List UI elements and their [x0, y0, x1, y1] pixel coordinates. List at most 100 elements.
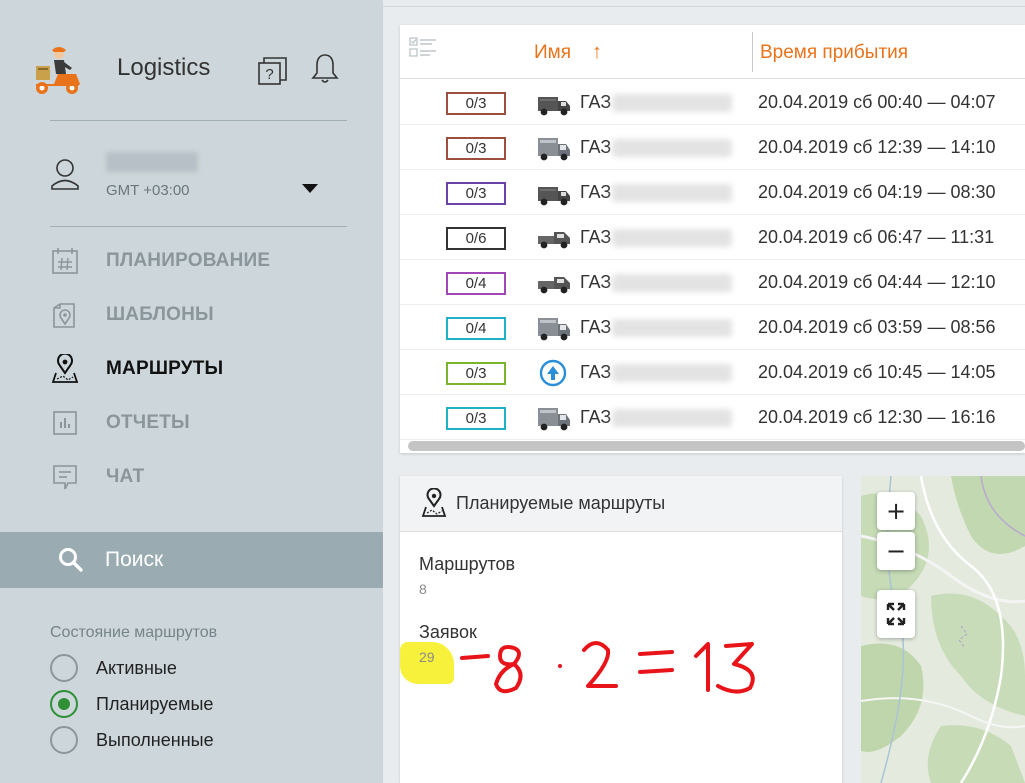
vehicle-name: ГАЗ: [580, 182, 612, 202]
arrival-time: 20.04.2019 сб 10:45 — 14:05: [758, 362, 996, 382]
nav-label: ШАБЛОНЫ: [106, 304, 214, 325]
vehicle-plate-blurred: 016 ЕТО 7-: [612, 274, 732, 292]
radio-completed[interactable]: Выполненные: [50, 722, 370, 758]
arrival-time: 20.04.2019 сб 03:59 — 08:56: [758, 317, 996, 337]
table-row[interactable]: 0/3 ГАЗЕЛЬ 860 У- 20.04.2019 сб 12:30 — 16…: [400, 395, 1025, 440]
column-header-arrival[interactable]: Время прибытия: [760, 42, 908, 64]
search-button[interactable]: Поиск: [0, 532, 383, 588]
horizontal-scrollbar[interactable]: [408, 441, 1025, 451]
table-row[interactable]: 0/6 ГАЗ019 ЕМО 7- 20.04.2019 сб 06:47 — 11…: [400, 215, 1025, 260]
table-row[interactable]: 0/3 ГАЗ275 НТХ 1- 20.04.2019 сб 10:45 — 14…: [400, 350, 1025, 395]
routes-count-label: Маршрутов: [419, 554, 516, 574]
table-row[interactable]: 0/3 ГАЗ020 ЕМО 7- 20.04.2019 сб 04:19 — 08…: [400, 170, 1025, 215]
order-count-badge: 0/6: [446, 227, 506, 250]
order-count-badge: 0/3: [446, 362, 506, 385]
panel-header: Планируемые маршруты: [400, 476, 842, 532]
arrival-time: 20.04.2019 сб 04:19 — 08:30: [758, 182, 996, 202]
table-row[interactable]: 0/3 ГАЗЕЛЬ 134 Т- 20.04.2019 сб 12:39 — 14…: [400, 125, 1025, 170]
vehicle-plate-blurred: 020 ЕМО 7-: [612, 184, 732, 202]
radio-label: Планируемые: [96, 693, 214, 714]
radio-button[interactable]: [50, 726, 78, 754]
table-row[interactable]: 0/4 ГАЗЕЛЬ 163 В- 20.04.2019 сб 03:59 — 08…: [400, 305, 1025, 350]
pickup-truck-icon: [538, 232, 570, 249]
main-nav: ПЛАНИРОВАНИЕ ШАБЛОНЫ МАРШРУТЫ ОТЧЕТЫ ЧАТ: [50, 234, 350, 504]
order-count-badge: 0/4: [446, 317, 506, 340]
routes-table: Имя ↑ Время прибытия 0/3ГАЗ796 ККХ 7-20.…: [400, 25, 1025, 453]
brand-header: Logistics ?: [22, 40, 362, 96]
truck-icon: [538, 187, 570, 206]
radio-label: Выполненные: [96, 729, 214, 750]
nav-label: МАРШРУТЫ: [106, 358, 224, 379]
user-name: salagin: [106, 152, 198, 172]
radio-active[interactable]: Активные: [50, 650, 370, 686]
radio-label: Активные: [96, 657, 177, 678]
arrival-time: 20.04.2019 сб 04:44 — 12:10: [758, 272, 996, 292]
column-divider[interactable]: [752, 32, 753, 72]
template-pin-icon: [53, 303, 75, 328]
fullscreen-icon: [886, 602, 906, 626]
vehicle-name: ГАЗ: [580, 227, 612, 247]
route-pin-icon: [51, 354, 79, 383]
nav-item-routes[interactable]: МАРШРУТЫ: [50, 342, 350, 396]
nav-item-planning[interactable]: ПЛАНИРОВАНИЕ: [50, 234, 350, 288]
user-selector[interactable]: salagin GMT +03:00: [50, 140, 350, 210]
fullscreen-button[interactable]: [877, 590, 915, 638]
vehicle-plate-blurred: 796 ККХ 7-: [612, 94, 732, 112]
divider: [50, 120, 347, 121]
zoom-out-button[interactable]: −: [877, 532, 915, 570]
sort-ascending-icon[interactable]: ↑: [592, 41, 602, 64]
arrival-time: 20.04.2019 сб 12:39 — 14:10: [758, 137, 996, 157]
report-chart-icon: [53, 411, 77, 435]
vehicle-name: ГАЗ: [580, 92, 612, 112]
nav-item-reports[interactable]: ОТЧЕТЫ: [50, 396, 350, 450]
panel-title: Планируемые маршруты: [456, 493, 666, 513]
zoom-in-button[interactable]: +: [877, 492, 915, 530]
nav-label: ЧАТ: [106, 466, 145, 487]
order-count-badge: 0/3: [446, 92, 506, 115]
table-header: Имя ↑ Время прибытия: [400, 25, 1025, 79]
pickup-truck-icon: [538, 277, 570, 294]
divider: [383, 6, 1025, 7]
sidebar: Logistics ? salagin GMT +03:00 ПЛАНИР: [0, 0, 383, 783]
arrival-time: 20.04.2019 сб 06:47 — 11:31: [758, 227, 995, 247]
order-count-badge: 0/3: [446, 137, 506, 160]
arrival-time: 20.04.2019 сб 00:40 — 04:07: [758, 92, 996, 112]
chevron-down-icon[interactable]: [302, 184, 318, 193]
chat-icon: [53, 465, 77, 490]
nav-item-chat[interactable]: ЧАТ: [50, 450, 350, 504]
radio-planned[interactable]: Планируемые: [50, 686, 370, 722]
truck-icon: [538, 97, 570, 116]
vehicle-plate-blurred: ЕЛЬ 860 У-: [612, 409, 732, 427]
van-icon: [538, 138, 570, 161]
map-view[interactable]: + −: [861, 476, 1025, 783]
delivery-courier-logo: [36, 47, 80, 94]
arrival-time: 20.04.2019 сб 12:30 — 16:16: [758, 407, 996, 427]
table-row[interactable]: 0/4 ГАЗ016 ЕТО 7- 20.04.2019 сб 04:44 — 12…: [400, 260, 1025, 305]
user-timezone: GMT +03:00: [106, 182, 190, 199]
search-icon: [59, 548, 83, 572]
app-title: Logistics: [117, 54, 211, 81]
vehicle-plate-blurred: 019 ЕМО 7-: [612, 229, 732, 247]
vehicle-name: ГАЗ: [580, 317, 612, 337]
routes-count-value: 8: [419, 581, 427, 597]
nav-item-templates[interactable]: ШАБЛОНЫ: [50, 288, 350, 342]
nav-label: ПЛАНИРОВАНИЕ: [106, 250, 271, 271]
table-row[interactable]: 0/3 ГАЗ796 ККХ 7- 20.04.2019 сб 00:40 — 04…: [400, 80, 1025, 125]
arrow-up-circle-icon: [539, 359, 567, 387]
user-icon: [51, 159, 79, 190]
order-count-badge: 0/4: [446, 272, 506, 295]
column-header-name[interactable]: Имя: [534, 42, 571, 64]
van-icon: [538, 408, 570, 431]
help-icon[interactable]: ?: [258, 56, 288, 86]
vehicle-name: ГАЗ: [580, 407, 612, 427]
nav-label: ОТЧЕТЫ: [106, 412, 190, 433]
radio-button[interactable]: [50, 690, 78, 718]
order-count-badge: 0/3: [446, 182, 506, 205]
handwritten-annotation: [460, 641, 755, 694]
notification-bell-icon[interactable]: [310, 52, 340, 84]
calendar-grid-icon: [52, 248, 78, 274]
column-settings-icon[interactable]: [408, 35, 438, 65]
svg-text:?: ?: [265, 66, 273, 83]
radio-button[interactable]: [50, 654, 78, 682]
planned-routes-panel: Планируемые маршруты Маршрутов 8 Заявок …: [400, 476, 842, 783]
